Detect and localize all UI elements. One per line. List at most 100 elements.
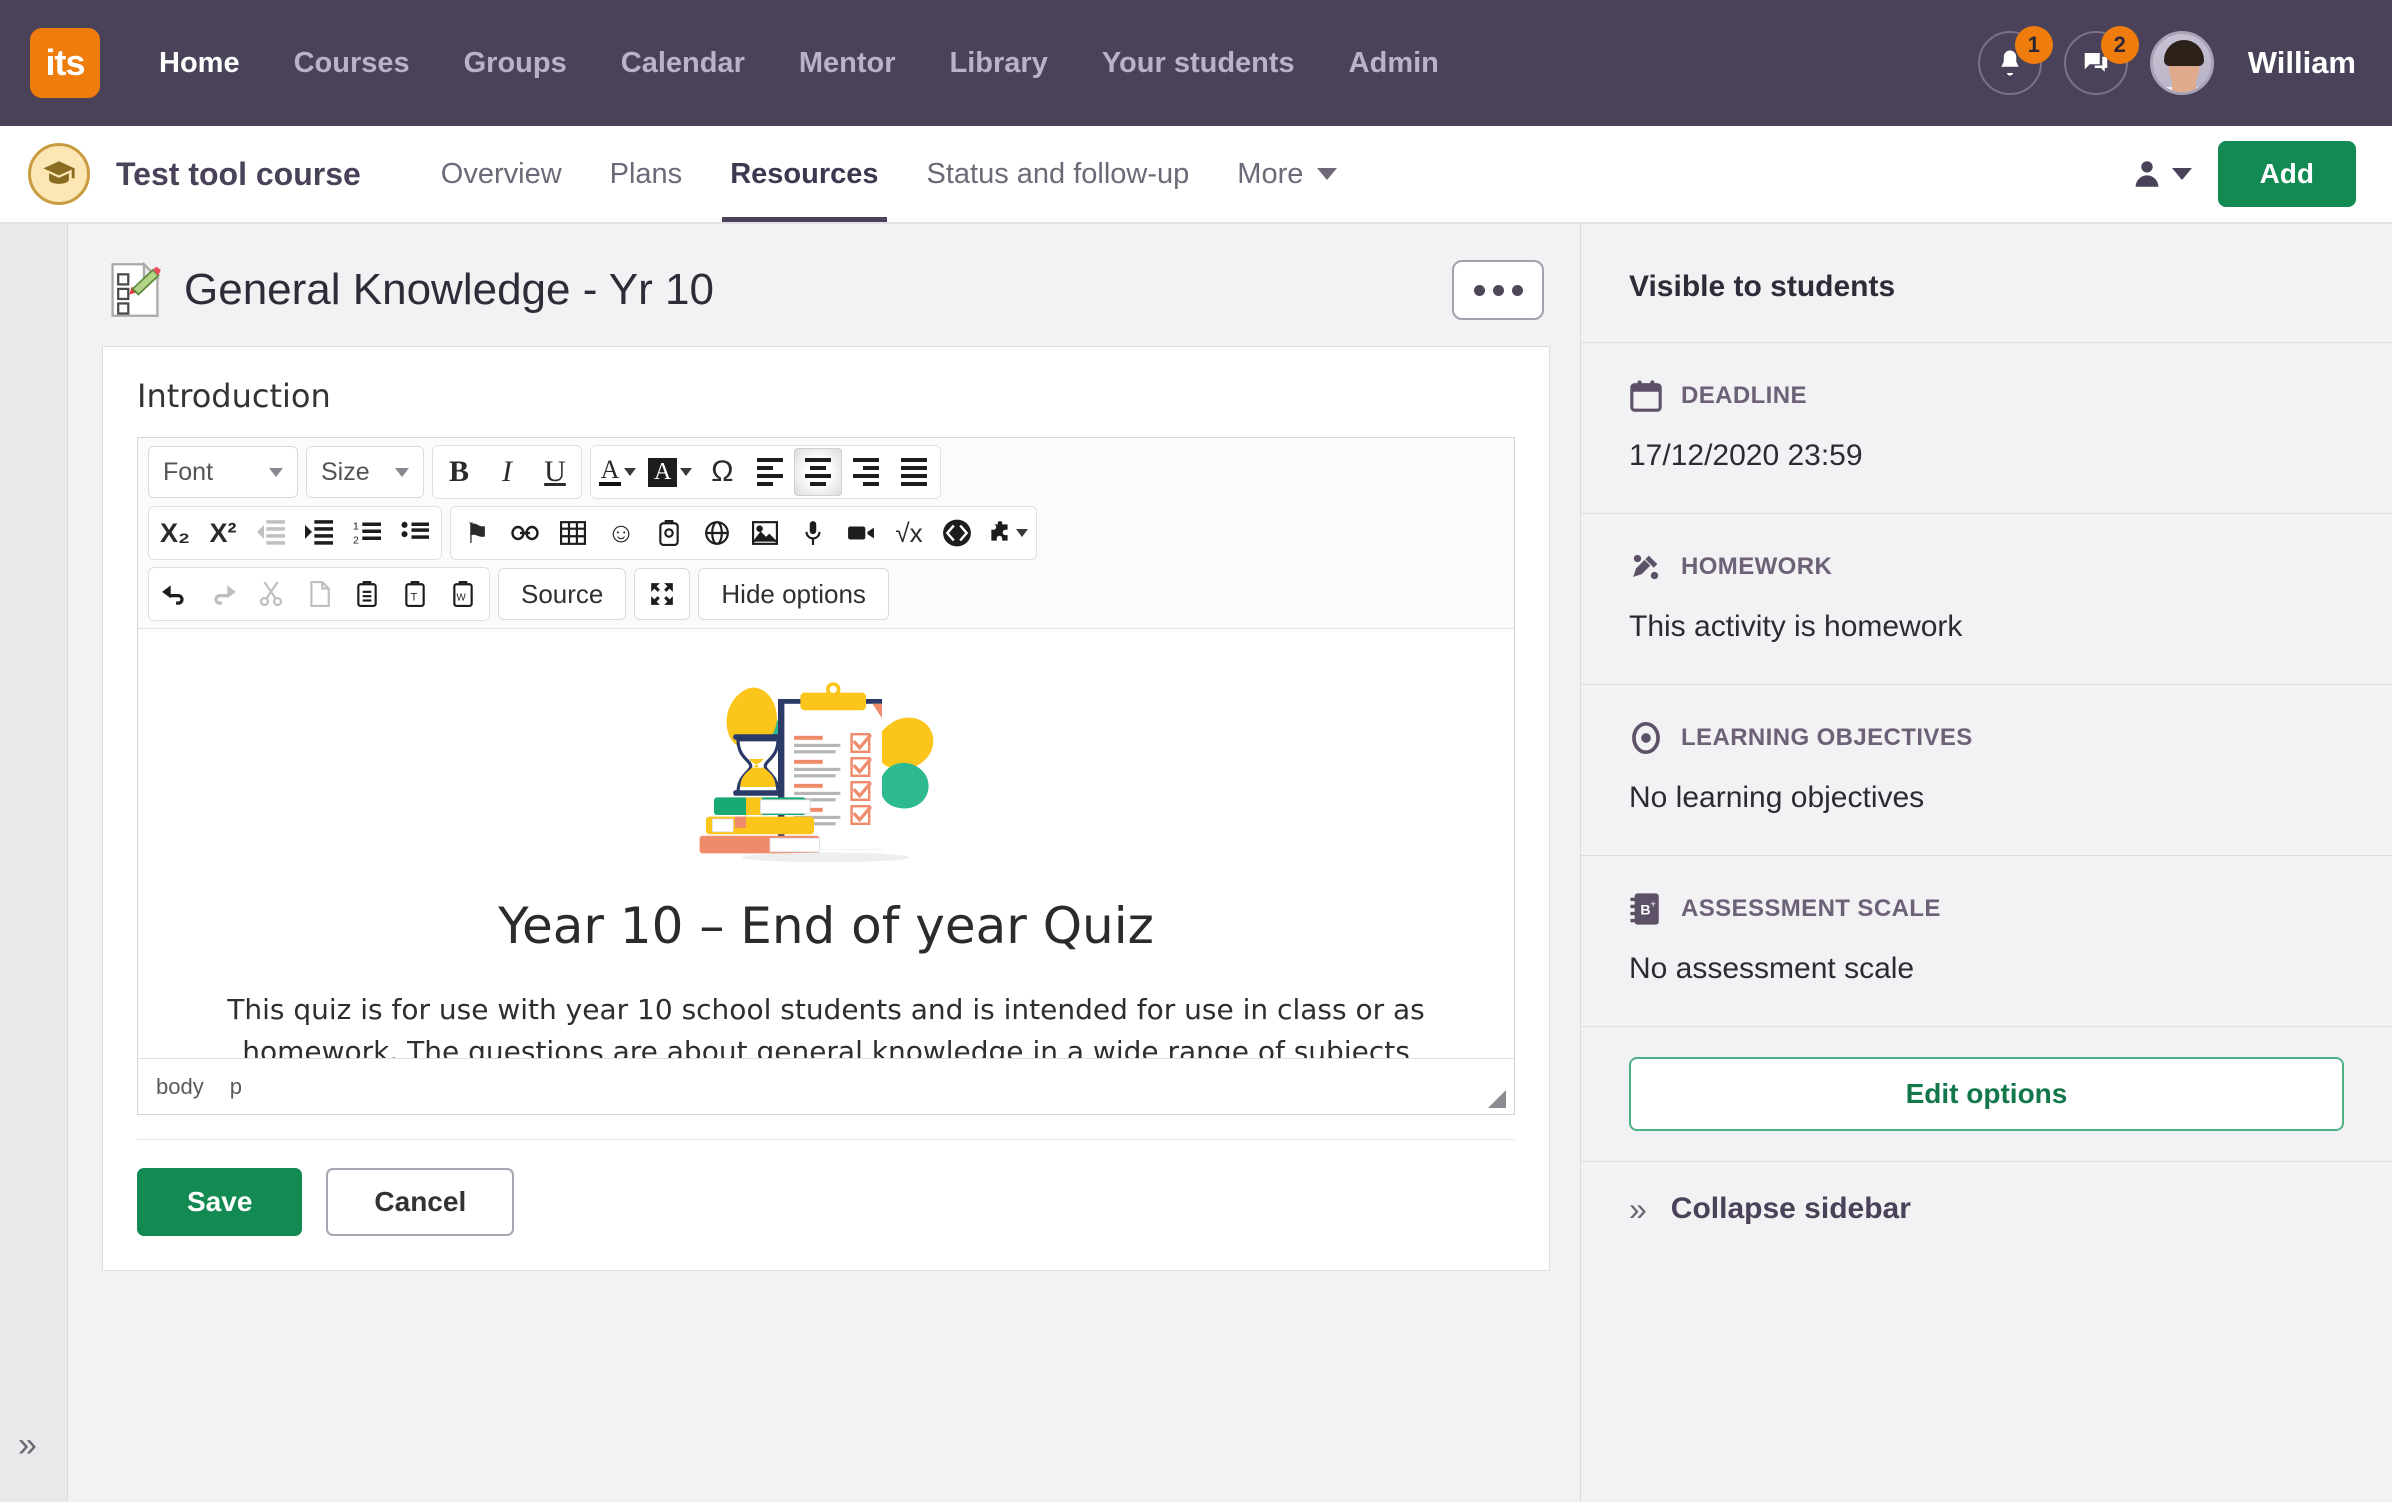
- text-color-icon: A: [599, 458, 621, 487]
- svg-text:1: 1: [353, 521, 359, 533]
- video-button[interactable]: [837, 509, 885, 557]
- document-paragraph: This quiz is for use with year 10 school…: [164, 989, 1488, 1058]
- person-selector[interactable]: [2130, 157, 2192, 191]
- subscript-button[interactable]: X₂: [151, 509, 199, 557]
- insert-media-button[interactable]: [645, 509, 693, 557]
- code-button[interactable]: [933, 509, 981, 557]
- resize-handle[interactable]: [1488, 1090, 1506, 1108]
- image-button[interactable]: [741, 509, 789, 557]
- main-content: General Knowledge - Yr 10 Introduction F…: [68, 224, 1580, 1502]
- sidebar-label-homework: HOMEWORK: [1681, 553, 1832, 581]
- superscript-button[interactable]: X²: [199, 509, 247, 557]
- puzzle-icon: [987, 520, 1013, 546]
- svg-text:T: T: [411, 592, 418, 604]
- course-avatar: [28, 143, 90, 205]
- dot: [1474, 285, 1485, 296]
- undo-button[interactable]: [151, 570, 199, 618]
- homework-icon: [1629, 550, 1663, 584]
- underline-button[interactable]: U: [531, 448, 579, 496]
- sidebar-section-assessment-scale: B + ASSESSMENT SCALE No assessment scale: [1581, 855, 2392, 1026]
- globe-button[interactable]: [693, 509, 741, 557]
- tab-plans[interactable]: Plans: [586, 126, 707, 222]
- redo-button[interactable]: [199, 570, 247, 618]
- align-justify-button[interactable]: [890, 448, 938, 496]
- image-icon: [752, 521, 778, 545]
- decrease-indent-button[interactable]: [247, 509, 295, 557]
- smiley-button[interactable]: ☺: [597, 509, 645, 557]
- numbered-list-button[interactable]: 12: [343, 509, 391, 557]
- align-justify-icon: [901, 458, 927, 486]
- maximize-button[interactable]: [634, 568, 690, 620]
- nav-item-calendar[interactable]: Calendar: [594, 0, 772, 126]
- grade-book-icon: B +: [1629, 892, 1663, 926]
- nav-item-admin[interactable]: Admin: [1322, 0, 1466, 126]
- align-left-button[interactable]: [746, 448, 794, 496]
- its-logo[interactable]: its: [30, 28, 100, 98]
- sidebar-label-deadline: DEADLINE: [1681, 382, 1807, 410]
- bold-button[interactable]: B: [435, 448, 483, 496]
- collapse-sidebar-button[interactable]: » Collapse sidebar: [1581, 1161, 2392, 1226]
- sidebar-label-assessment-scale: ASSESSMENT SCALE: [1681, 895, 1941, 923]
- math-formula-button[interactable]: √x: [885, 509, 933, 557]
- scissors-icon: [259, 581, 283, 607]
- expand-sidebar-button[interactable]: »: [18, 1428, 37, 1462]
- globe-icon: [704, 520, 730, 546]
- text-color-button[interactable]: A: [593, 448, 642, 496]
- nav-item-courses[interactable]: Courses: [267, 0, 437, 126]
- hide-options-button[interactable]: Hide options: [698, 568, 889, 620]
- bulleted-list-button[interactable]: [391, 509, 439, 557]
- avatar[interactable]: [2150, 31, 2214, 95]
- editor-toolbar-row-3: T W Source Hide options: [138, 567, 1514, 628]
- nav-item-groups[interactable]: Groups: [437, 0, 594, 126]
- save-button[interactable]: Save: [137, 1168, 302, 1236]
- sidebar-value-learning-objectives: No learning objectives: [1629, 781, 2344, 815]
- table-button[interactable]: [549, 509, 597, 557]
- paste-as-text-button[interactable]: T: [391, 570, 439, 618]
- font-select[interactable]: Font: [148, 446, 298, 498]
- notifications-button[interactable]: 1: [1978, 31, 2042, 95]
- nav-item-mentor[interactable]: Mentor: [772, 0, 923, 126]
- element-path-body[interactable]: body: [156, 1074, 204, 1100]
- nav-item-home[interactable]: Home: [132, 0, 267, 126]
- messages-button[interactable]: 2: [2064, 31, 2128, 95]
- paste-from-word-button[interactable]: W: [439, 570, 487, 618]
- link-button[interactable]: [501, 509, 549, 557]
- sidebar-section-deadline: DEADLINE 17/12/2020 23:59: [1581, 342, 2392, 513]
- tab-more[interactable]: More: [1213, 126, 1361, 222]
- tab-resources[interactable]: Resources: [706, 126, 902, 222]
- italic-button[interactable]: I: [483, 448, 531, 496]
- cut-button[interactable]: [247, 570, 295, 618]
- increase-indent-button[interactable]: [295, 509, 343, 557]
- size-select[interactable]: Size: [306, 446, 424, 498]
- nav-item-your-students[interactable]: Your students: [1075, 0, 1322, 126]
- anchor-flag-button[interactable]: ⚑: [453, 509, 501, 557]
- copy-button[interactable]: [295, 570, 343, 618]
- background-color-button[interactable]: A: [642, 448, 698, 496]
- video-icon: [847, 523, 875, 543]
- editor-content-area[interactable]: Year 10 – End of year Quiz This quiz is …: [138, 628, 1514, 1058]
- microphone-button[interactable]: [789, 509, 837, 557]
- sidebar-section-header: HOMEWORK: [1629, 550, 2344, 584]
- course-name[interactable]: Test tool course: [116, 156, 361, 193]
- plugin-button[interactable]: [981, 509, 1034, 557]
- chevron-down-icon: [2172, 168, 2192, 180]
- tab-overview[interactable]: Overview: [417, 126, 586, 222]
- page-more-menu-button[interactable]: [1452, 260, 1544, 320]
- paste-button[interactable]: [343, 570, 391, 618]
- source-button[interactable]: Source: [498, 568, 626, 620]
- cancel-button[interactable]: Cancel: [326, 1168, 514, 1236]
- chevron-down-icon: [1016, 529, 1028, 537]
- chevron-down-icon: [680, 468, 692, 476]
- nav-item-library[interactable]: Library: [923, 0, 1075, 126]
- element-path-p[interactable]: p: [230, 1074, 242, 1100]
- align-right-button[interactable]: [842, 448, 890, 496]
- tab-status-and-follow-up[interactable]: Status and follow-up: [903, 126, 1214, 222]
- special-character-button[interactable]: Ω: [698, 448, 746, 496]
- align-center-button[interactable]: [794, 448, 842, 496]
- text-style-group: B I U: [432, 445, 582, 499]
- target-icon: [1629, 721, 1663, 755]
- username-label[interactable]: William: [2248, 45, 2356, 81]
- edit-options-button[interactable]: Edit options: [1629, 1057, 2344, 1131]
- svg-text:+: +: [1650, 900, 1656, 911]
- add-button[interactable]: Add: [2218, 141, 2356, 207]
